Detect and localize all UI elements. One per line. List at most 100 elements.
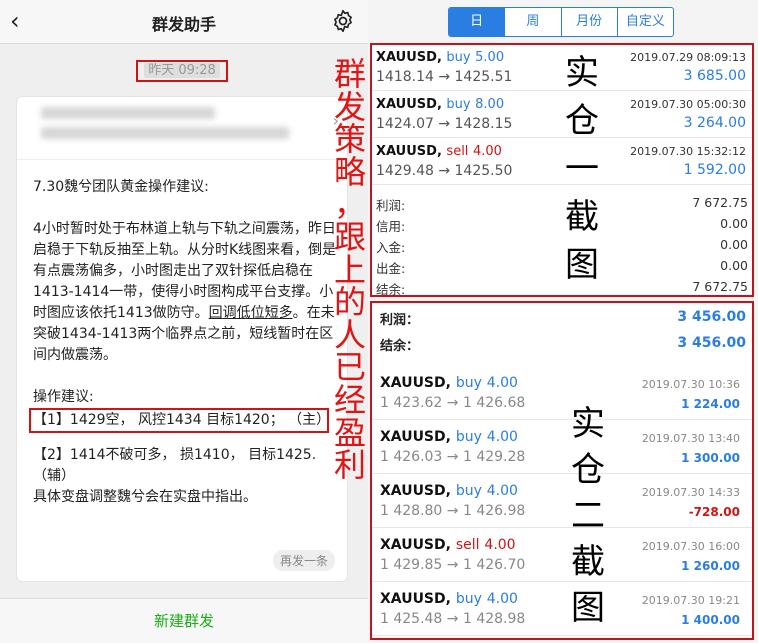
caption-char: 截 — [571, 542, 605, 582]
trade-price: 1424.07 → 1428.15 — [376, 116, 513, 132]
trade-profit: 1 224.00 — [681, 397, 740, 411]
trade-lots: 4.00 — [486, 429, 518, 445]
trade-side: sell — [455, 537, 480, 553]
trade-profit: 1 300.00 — [681, 451, 740, 465]
trade-time: 2019.07.30 19:21 — [641, 594, 740, 607]
advice-label: 操作建议: — [33, 389, 94, 405]
summary-value: 7 672.75 — [692, 279, 748, 294]
summary-value: 0.00 — [720, 216, 748, 231]
overlay-char: 的 — [333, 283, 366, 322]
overlay-char: 盈 — [333, 413, 366, 452]
trade-side: buy — [455, 375, 482, 391]
trade-lots: 4.00 — [484, 537, 516, 553]
caption-char: 一 — [565, 149, 599, 189]
trade-lots: 8.00 — [475, 97, 505, 112]
trade-time: 2019.07.30 16:00 — [641, 540, 740, 553]
summary-label: 入金: — [376, 240, 406, 255]
trade-symbol: XAUUSD, buy 4.00 — [380, 483, 518, 499]
recipients-blurred — [41, 107, 289, 153]
caption-char: 图 — [565, 245, 599, 285]
trade-row[interactable]: XAUUSD, buy 4.00 1 423.62 → 1 426.68 2019.… — [372, 366, 752, 420]
caption-screenshot-2: 实仓二截图 — [566, 401, 610, 631]
summary-label: 利润: — [376, 198, 406, 213]
trade-price: 1 428.80 → 1 426.98 — [380, 503, 526, 519]
summary-value: 0.00 — [720, 237, 748, 252]
trade-row[interactable]: XAUUSD, buy 4.00 1 426.03 → 1 429.28 2019.… — [372, 420, 752, 474]
resend-button[interactable]: 再发一条 — [272, 550, 335, 571]
new-broadcast-button[interactable]: 新建群发 — [0, 598, 368, 643]
trade-time: 2019.07.29 08:09:13 — [630, 51, 746, 64]
underlined-phrase: 回调低位短多 — [208, 305, 293, 321]
message-card[interactable]: › 7.30魏兮团队黄金操作建议: 4小时暂时处于布林道上轨与下轨之间震荡，昨日… — [16, 96, 348, 582]
trade-price: 1 423.62 → 1 426.68 — [380, 395, 526, 411]
profit-row: 利润： 3 456.00 — [380, 309, 746, 328]
caption-char: 二 — [571, 496, 605, 536]
summary-label: 信用: — [376, 219, 406, 234]
trade-symbol: XAUUSD, buy 8.00 — [376, 97, 504, 112]
tab-day[interactable]: 日 — [449, 8, 505, 36]
trade-side: buy — [455, 591, 482, 607]
overlay-char: 发 — [333, 87, 366, 126]
overlay-char: 人 — [333, 315, 366, 354]
overlay-char: 群 — [333, 55, 366, 93]
overlay-char: 已 — [333, 348, 366, 387]
trade-lots: 4.00 — [472, 144, 502, 159]
caption-screenshot-1: 实仓一截图 — [560, 49, 604, 289]
symbol-name: XAUUSD, — [376, 50, 442, 65]
overlay-char: 略 — [333, 152, 366, 191]
trade-side: sell — [446, 144, 469, 159]
tab-week[interactable]: 周 — [504, 8, 560, 36]
tab-custom[interactable]: 自定义 — [616, 8, 673, 36]
overlay-char: ， — [333, 185, 366, 224]
trade-side: buy — [446, 97, 471, 112]
overlay-caption: 群发策略，跟上的人已经盈利 — [328, 58, 372, 482]
trade-profit: -728.00 — [688, 505, 740, 519]
gear-icon[interactable] — [330, 8, 356, 34]
message-timestamp: 昨天 09:28 — [136, 60, 228, 82]
trade-lots: 4.00 — [486, 591, 518, 607]
symbol-name: XAUUSD, — [380, 591, 451, 607]
advice-secondary: 【2】1414不破可多， 损1410， 目标1425.（辅） — [33, 447, 317, 484]
trade-time: 2019.07.30 13:40 — [641, 432, 740, 445]
trade-time: 2019.07.30 15:32:12 — [630, 145, 746, 158]
screenshot-1-frame: XAUUSD, buy 5.00 1418.14 → 1425.51 2019.07… — [370, 43, 754, 297]
symbol-name: XAUUSD, — [380, 375, 451, 391]
summary-value: 0.00 — [720, 258, 748, 273]
trade-price: 1 426.03 → 1 429.28 — [380, 449, 526, 465]
divider — [17, 159, 347, 160]
symbol-name: XAUUSD, — [380, 537, 451, 553]
balance-label: 结余： — [380, 339, 420, 354]
trade-profit: 3 685.00 — [683, 68, 746, 84]
message-paragraph: 4小时暂时处于布林道上轨与下轨之间震荡，昨日启稳于下轨反抽至上轨。从分时K线图来… — [33, 221, 337, 363]
advice-primary: 【1】1429空， 风控1434 目标1420； （主） — [29, 408, 330, 433]
trade-price: 1418.14 → 1425.51 — [376, 69, 513, 85]
trade-price: 1 429.85 → 1 426.70 — [380, 557, 526, 573]
trade-history-panel: 日 周 月份 自定义 XAUUSD, buy 5.00 1418.14 → 142… — [368, 0, 758, 643]
trade-symbol: XAUUSD, sell 4.00 — [380, 537, 516, 553]
trade-profit: 1 592.00 — [683, 162, 746, 178]
message-closing: 具体变盘调整魏兮会在实盘中指出。 — [33, 489, 257, 505]
caption-char: 实 — [565, 53, 599, 93]
balance-value: 3 456.00 — [677, 335, 746, 351]
trade-side: buy — [455, 429, 482, 445]
symbol-name: XAUUSD, — [380, 483, 451, 499]
trade-row[interactable]: XAUUSD, buy 4.00 1 425.48 → 1 428.98 2019.… — [372, 582, 752, 636]
trade-price: 1429.48 → 1425.50 — [376, 163, 513, 179]
overlay-char: 跟 — [333, 217, 366, 256]
trade-lots: 5.00 — [475, 50, 505, 65]
symbol-name: XAUUSD, — [376, 97, 442, 112]
trade-side: buy — [446, 50, 471, 65]
trade-symbol: XAUUSD, sell 4.00 — [376, 144, 502, 159]
caption-char: 仓 — [571, 450, 605, 490]
group-send-screen: ‹ 群发助手 昨天 09:28 › 7.30魏兮团队黄金操作建议: 4小时暂时处… — [0, 0, 368, 643]
overlay-char: 利 — [333, 446, 366, 485]
caption-char: 实 — [571, 404, 605, 444]
overlay-char: 策 — [333, 120, 366, 159]
trade-lots: 4.00 — [486, 375, 518, 391]
trade-row[interactable]: XAUUSD, buy 4.00 1 428.80 → 1 426.98 2019.… — [372, 474, 752, 528]
tab-month[interactable]: 月份 — [560, 8, 617, 36]
trade-row[interactable]: XAUUSD, sell 4.00 1 429.85 → 1 426.70 2019… — [372, 528, 752, 582]
summary-label: 结余: — [376, 282, 406, 297]
summary-value: 7 672.75 — [692, 195, 748, 210]
caption-char: 截 — [565, 197, 599, 237]
